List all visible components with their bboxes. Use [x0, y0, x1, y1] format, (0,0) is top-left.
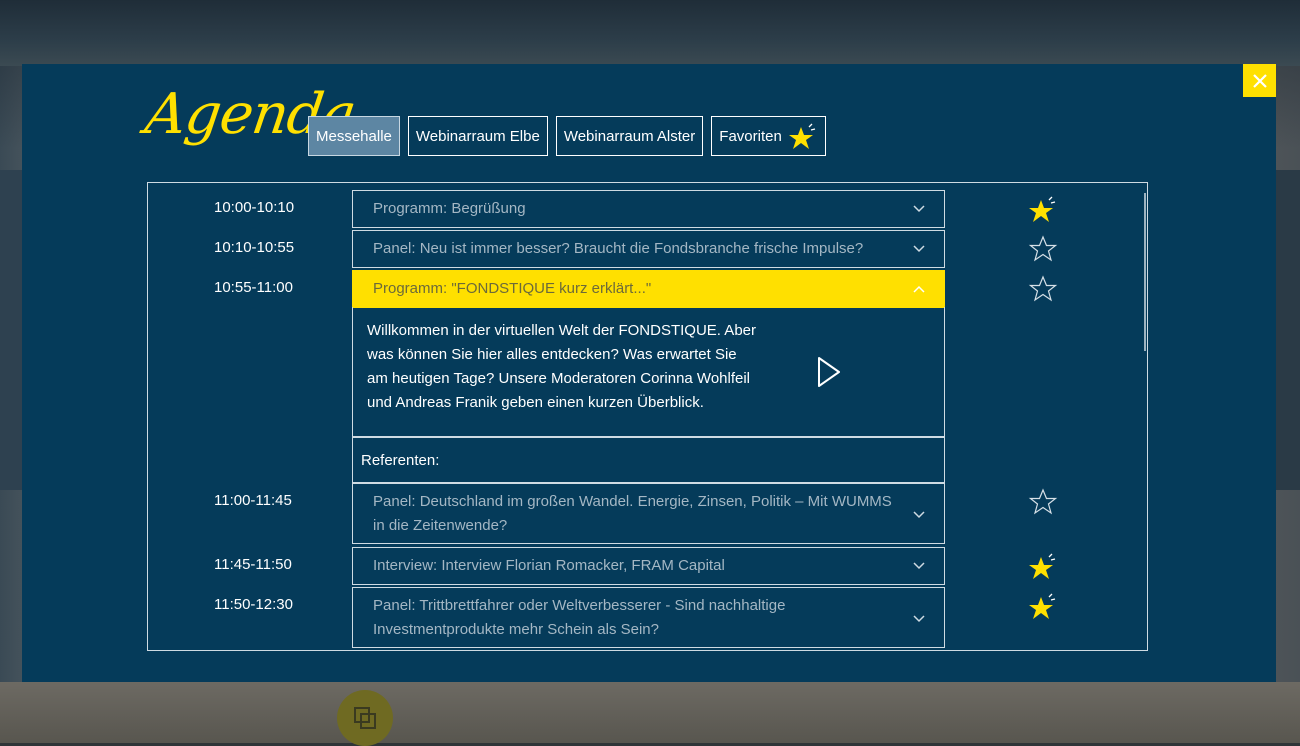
chevron-down-icon: [913, 615, 925, 623]
session-time: 11:50-12:30: [214, 596, 293, 613]
session-item-panel-trittbrettfahrer[interactable]: Panel: Trittbrettfahrer oder Weltverbess…: [352, 587, 945, 648]
layers-floating-button[interactable]: [337, 690, 393, 746]
session-time: 10:55-11:00: [214, 279, 293, 296]
layers-icon: [354, 707, 376, 729]
session-item-panel-neu[interactable]: Panel: Neu ist immer besser? Braucht die…: [352, 230, 945, 268]
session-time: 10:10-10:55: [214, 239, 295, 256]
session-title: Programm: "FONDSTIQUE kurz erklärt...": [373, 280, 652, 297]
session-title: Programm: Begrüßung: [373, 200, 526, 217]
agenda-modal: Agenda Messehalle Webinarraum Elbe Webin…: [22, 64, 1276, 682]
session-item-interview-romacker[interactable]: Interview: Interview Florian Romacker, F…: [352, 547, 945, 585]
favorite-star-filled-icon[interactable]: [1028, 591, 1058, 621]
session-item-fondstique-expanded[interactable]: Programm: "FONDSTIQUE kurz erklärt...": [352, 270, 945, 308]
favorite-star-outline-icon[interactable]: [1028, 487, 1058, 517]
chevron-down-icon: [913, 245, 925, 253]
session-description: Willkommen in der virtuellen Welt der FO…: [367, 322, 756, 411]
tab-label: Webinarraum Elbe: [415, 127, 540, 145]
session-item-next-partial[interactable]: [352, 650, 945, 651]
chevron-down-icon: [913, 511, 925, 519]
schedule-scrollbar[interactable]: [1144, 193, 1146, 351]
tab-label: Webinarraum Alster: [563, 127, 696, 145]
session-time: 11:45-11:50: [214, 556, 292, 573]
tab-favoriten[interactable]: Favoriten: [711, 116, 826, 156]
chevron-down-icon: [913, 562, 925, 570]
chevron-up-icon: [913, 285, 925, 293]
background-ceiling: [0, 0, 1300, 66]
chevron-down-icon: [913, 205, 925, 213]
session-title: Interview: Interview Florian Romacker, F…: [373, 557, 725, 574]
agenda-schedule: 10:00-10:10 Programm: Begrüßung 10:10-10…: [147, 182, 1148, 651]
background-panel-left: [0, 170, 24, 490]
tab-label: Favoriten: [719, 127, 782, 145]
favorite-star-outline-icon[interactable]: [1028, 234, 1058, 264]
tab-webinarraum-alster[interactable]: Webinarraum Alster: [555, 116, 704, 156]
star-icon: [788, 123, 815, 149]
speakers-label: Referenten:: [361, 451, 440, 469]
close-icon: [1252, 73, 1267, 88]
background-floor: [0, 682, 1300, 743]
play-icon[interactable]: [815, 355, 843, 389]
session-time: 10:00-10:10: [214, 199, 295, 216]
session-title: Panel: Trittbrettfahrer oder Weltverbess…: [373, 596, 786, 638]
favorite-star-filled-icon[interactable]: [1028, 194, 1058, 224]
close-button[interactable]: [1243, 64, 1276, 97]
session-detail-panel: Willkommen in der virtuellen Welt der FO…: [352, 307, 945, 437]
favorite-star-filled-icon[interactable]: [1028, 551, 1058, 581]
tab-webinarraum-elbe[interactable]: Webinarraum Elbe: [407, 116, 548, 156]
tab-messehalle[interactable]: Messehalle: [308, 116, 400, 156]
session-item-begruessung[interactable]: Programm: Begrüßung: [352, 190, 945, 228]
tab-label: Messehalle: [316, 127, 392, 145]
session-title: Panel: Deutschland im großen Wandel. Ene…: [373, 492, 892, 534]
speakers-row: Referenten:: [352, 437, 945, 483]
session-title: Panel: Neu ist immer besser? Braucht die…: [373, 240, 864, 257]
session-time: 11:00-11:45: [214, 492, 292, 509]
session-item-panel-deutschland[interactable]: Panel: Deutschland im großen Wandel. Ene…: [352, 483, 945, 544]
room-tabs: Messehalle Webinarraum Elbe Webinarraum …: [308, 116, 826, 156]
background-panel-right: [1276, 170, 1300, 490]
favorite-star-outline-icon[interactable]: [1028, 274, 1058, 304]
